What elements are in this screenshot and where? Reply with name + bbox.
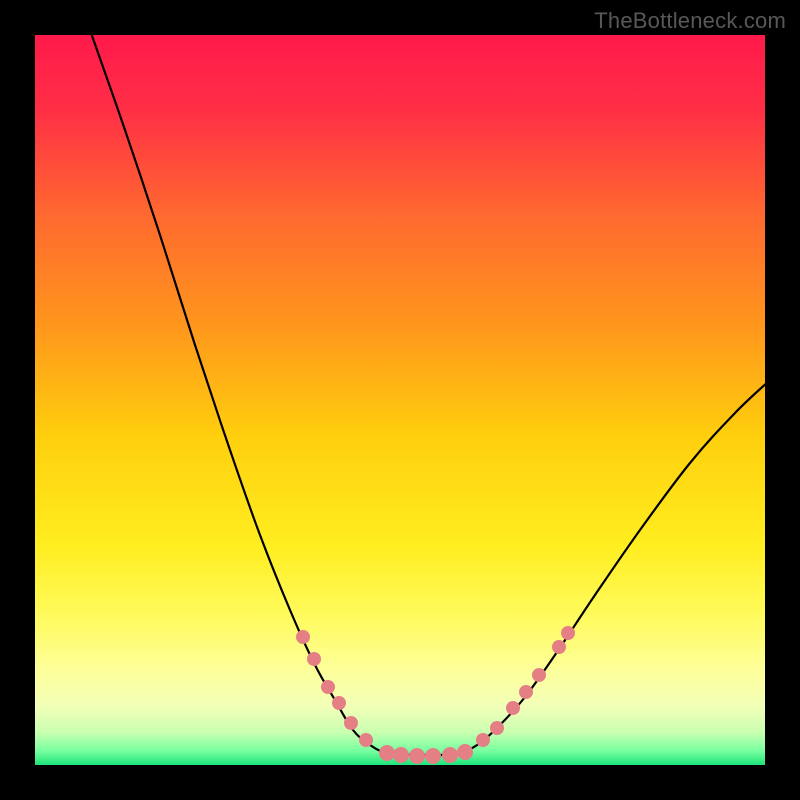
data-marker bbox=[321, 680, 335, 694]
data-marker bbox=[332, 696, 346, 710]
data-marker bbox=[379, 745, 395, 761]
data-marker bbox=[442, 747, 458, 763]
data-marker bbox=[561, 626, 575, 640]
data-marker bbox=[490, 721, 504, 735]
chart-background bbox=[35, 35, 765, 765]
data-marker bbox=[506, 701, 520, 715]
data-marker bbox=[296, 630, 310, 644]
data-marker bbox=[476, 733, 490, 747]
chart-frame: TheBottleneck.com bbox=[0, 0, 800, 800]
data-marker bbox=[393, 747, 409, 763]
watermark-label: TheBottleneck.com bbox=[594, 8, 786, 34]
chart-svg bbox=[35, 35, 765, 765]
data-marker bbox=[425, 748, 441, 764]
data-marker bbox=[359, 733, 373, 747]
data-marker bbox=[409, 748, 425, 764]
data-marker bbox=[532, 668, 546, 682]
data-marker bbox=[457, 744, 473, 760]
plot-area bbox=[35, 35, 765, 765]
data-marker bbox=[519, 685, 533, 699]
data-marker bbox=[307, 652, 321, 666]
data-marker bbox=[344, 716, 358, 730]
data-marker bbox=[552, 640, 566, 654]
